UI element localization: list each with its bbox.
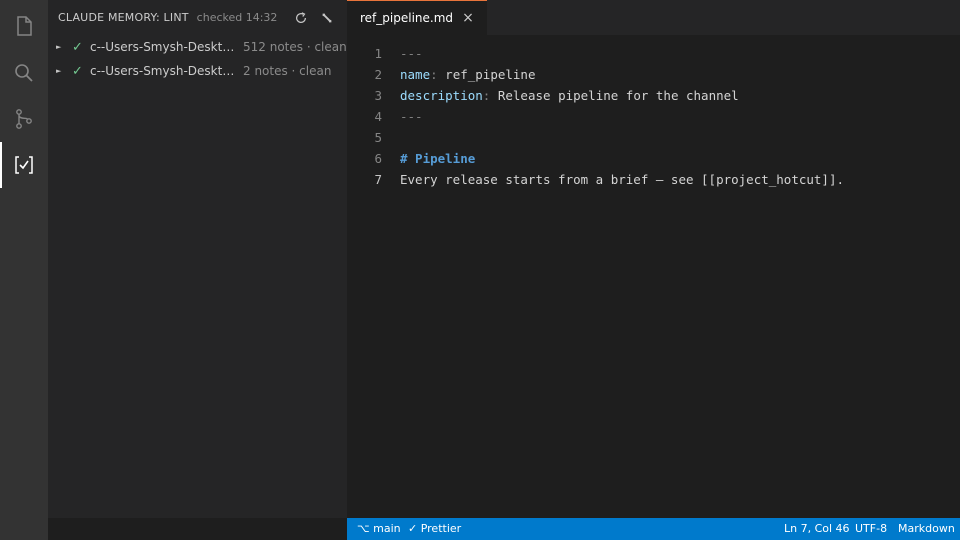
line-text: name: ref_pipeline bbox=[400, 64, 535, 85]
activity-bar bbox=[0, 0, 48, 540]
refresh-button[interactable] bbox=[291, 8, 311, 28]
memory-lint-icon bbox=[15, 156, 33, 174]
line-text: --- bbox=[400, 46, 423, 61]
close-icon[interactable]: × bbox=[461, 10, 475, 26]
memory-lint-panel: CLAUDE MEMORY: LINT checked 14:32 ► ✓ c-… bbox=[48, 0, 347, 518]
memory-lint-button[interactable] bbox=[0, 142, 48, 188]
project-status: 512 notes · clean bbox=[243, 40, 347, 54]
line-number: 7 bbox=[374, 172, 382, 187]
code-editor[interactable]: 1 --- 2 name: ref_pipeline 3 description… bbox=[347, 43, 960, 190]
code-line: 2 name: ref_pipeline bbox=[347, 64, 960, 85]
panel-title: CLAUDE MEMORY: LINT bbox=[58, 11, 189, 24]
line-number: 6 bbox=[374, 151, 382, 166]
wrench-icon bbox=[322, 13, 332, 23]
line-text: --- bbox=[400, 109, 423, 124]
branch-indicator[interactable]: ⌥ main bbox=[357, 518, 401, 540]
yaml-value: Release pipeline for the channel bbox=[497, 88, 739, 103]
source-control-button[interactable] bbox=[0, 96, 48, 142]
check-icon: ✓ bbox=[72, 39, 83, 55]
code-line: 6 # Pipeline bbox=[347, 148, 960, 169]
code-line: 4 --- bbox=[347, 106, 960, 127]
line-number: 5 bbox=[374, 130, 382, 145]
status-bar: ⌥ main ✓ Prettier Ln 7, Col 46 UTF-8 Mar… bbox=[347, 518, 960, 540]
language-mode[interactable]: Markdown bbox=[898, 518, 955, 540]
line-number: 4 bbox=[374, 109, 382, 124]
line-number: 3 bbox=[374, 88, 382, 103]
code-line: 3 description: Release pipeline for the … bbox=[347, 85, 960, 106]
search-button[interactable] bbox=[0, 50, 48, 96]
line-text: Every release starts from a brief — see … bbox=[400, 172, 845, 187]
line-number: 2 bbox=[374, 67, 382, 82]
memory-project-row[interactable]: ► ✓ c--Users-Smysh-Desktop-... 512 notes… bbox=[48, 35, 347, 59]
chevron-right-icon[interactable]: ► bbox=[56, 43, 64, 51]
markdown-heading: # Pipeline bbox=[400, 151, 476, 166]
yaml-separator: : bbox=[482, 88, 498, 103]
check-icon: ✓ bbox=[72, 63, 83, 79]
line-text: description: Release pipeline for the ch… bbox=[400, 85, 739, 106]
memory-project-row[interactable]: ► ✓ c--Users-Smysh-Desktop-... 2 notes ·… bbox=[48, 59, 347, 83]
project-name: c--Users-Smysh-Desktop-... bbox=[90, 64, 237, 78]
encoding-indicator[interactable]: UTF-8 bbox=[855, 518, 887, 540]
tab-ref-pipeline[interactable]: ref_pipeline.md × bbox=[347, 0, 488, 35]
fix-button[interactable] bbox=[317, 8, 337, 28]
tab-bar: ref_pipeline.md × bbox=[347, 0, 960, 35]
project-status: 2 notes · clean bbox=[243, 64, 332, 78]
panel-header: CLAUDE MEMORY: LINT checked 14:32 bbox=[48, 0, 347, 35]
yaml-value: ref_pipeline bbox=[445, 67, 536, 82]
code-line: 1 --- bbox=[347, 43, 960, 64]
refresh-icon bbox=[296, 12, 306, 23]
code-line: 5 bbox=[347, 127, 960, 148]
search-icon bbox=[15, 64, 33, 82]
yaml-separator: : bbox=[430, 67, 446, 82]
code-line: 7 Every release starts from a brief — se… bbox=[347, 169, 960, 190]
yaml-key: description bbox=[400, 88, 483, 103]
line-number: 1 bbox=[374, 46, 382, 61]
tab-label: ref_pipeline.md bbox=[360, 11, 454, 25]
project-name: c--Users-Smysh-Desktop-... bbox=[90, 40, 237, 54]
files-icon bbox=[17, 16, 32, 36]
editor: ref_pipeline.md × 1 --- 2 name: ref_pipe… bbox=[347, 0, 960, 518]
explorer-button[interactable] bbox=[0, 3, 48, 49]
last-checked-time: checked 14:32 bbox=[196, 11, 278, 24]
chevron-right-icon[interactable]: ► bbox=[56, 67, 64, 75]
cursor-position[interactable]: Ln 7, Col 46 bbox=[784, 518, 850, 540]
prettier-status[interactable]: ✓ Prettier bbox=[408, 518, 461, 540]
yaml-key: name bbox=[400, 67, 431, 82]
source-control-icon bbox=[16, 109, 32, 129]
